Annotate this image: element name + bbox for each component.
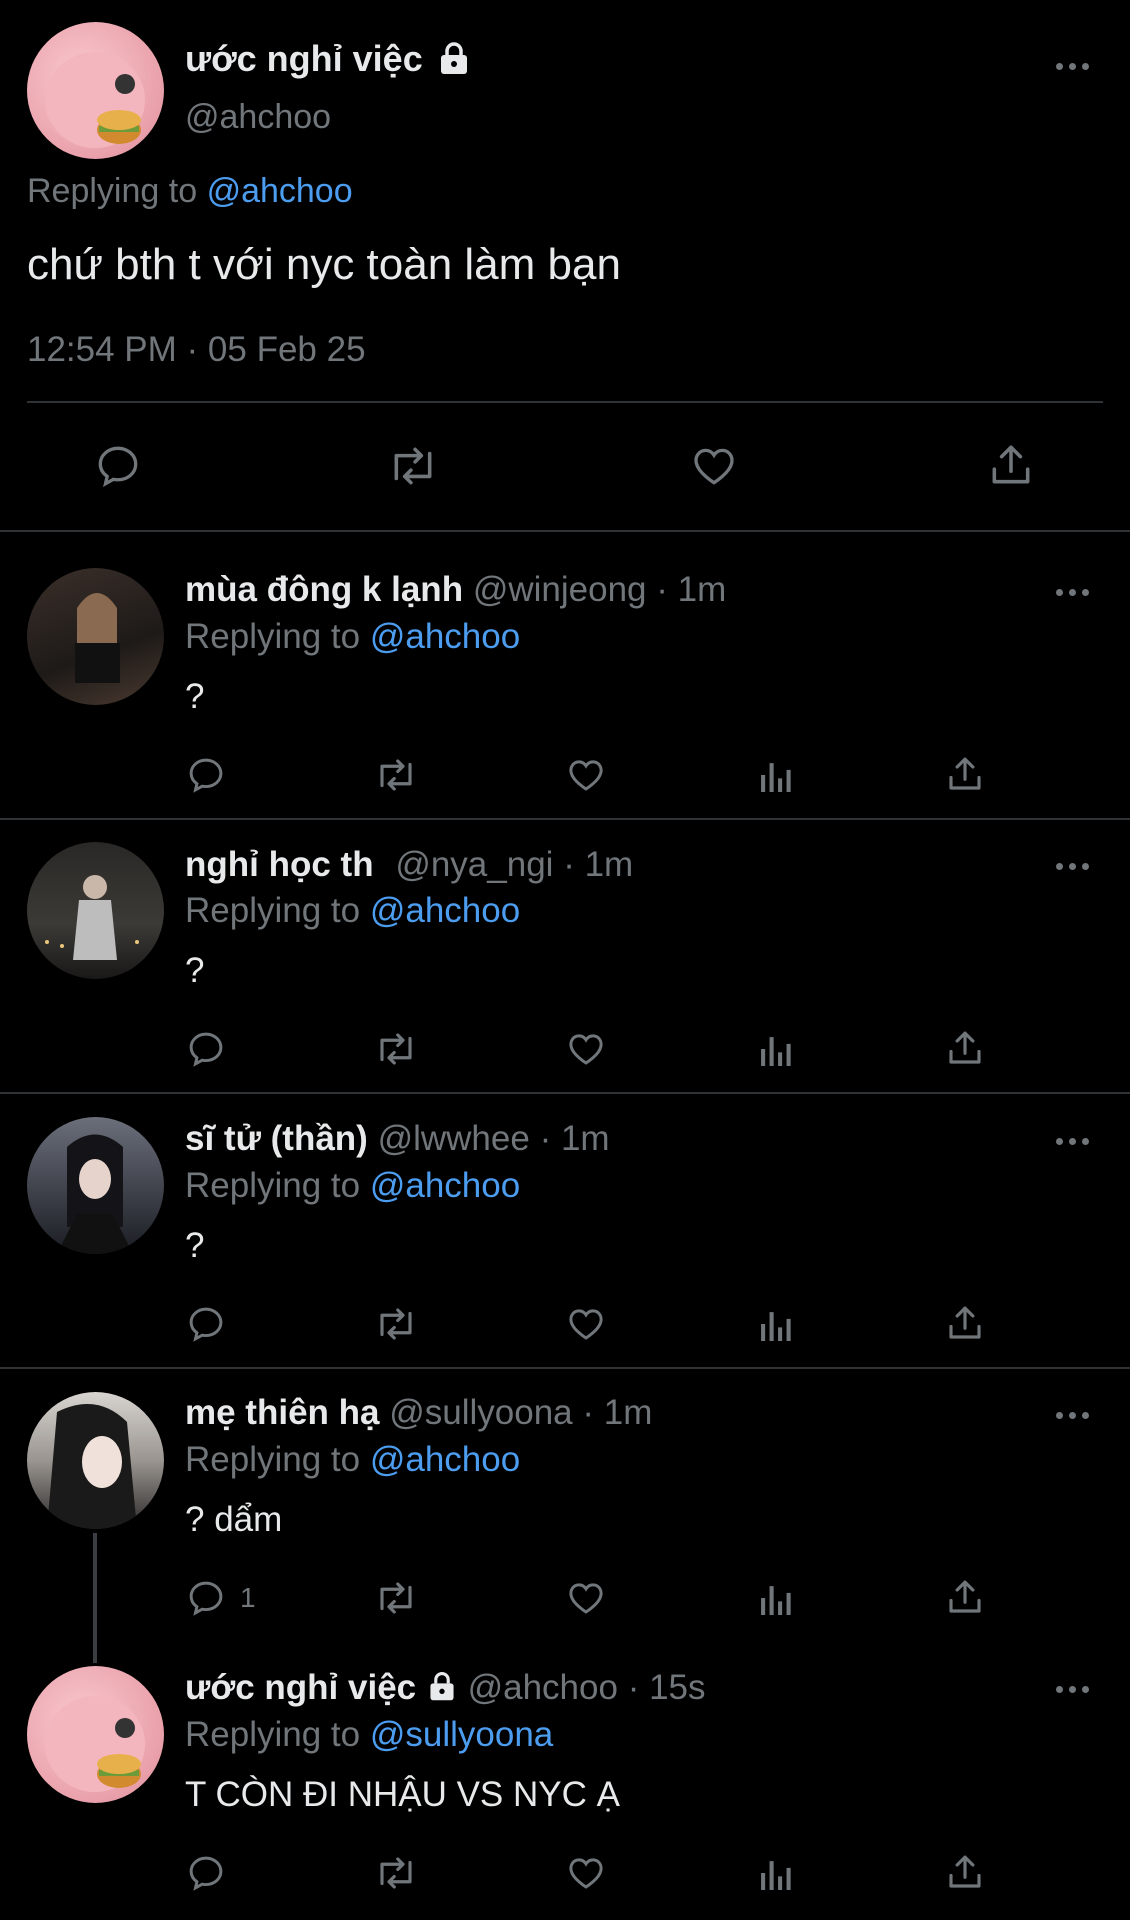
like-icon[interactable]: [564, 754, 608, 801]
replying-handle-link[interactable]: @ahchoo: [370, 1440, 520, 1479]
like-icon[interactable]: [564, 1852, 608, 1899]
more-icon[interactable]: [1056, 582, 1096, 602]
views-icon[interactable]: [758, 1577, 792, 1624]
reply-icon[interactable]: [185, 1028, 227, 1075]
lock-icon: [436, 40, 472, 81]
reply-header: mẹ thiên hạ @sullyoona · 1m: [185, 1393, 652, 1433]
share-icon[interactable]: [944, 752, 986, 801]
replying-handle-link[interactable]: @ahchoo: [207, 172, 353, 210]
avatar[interactable]: [27, 568, 164, 705]
display-name[interactable]: sĩ tử (thần): [185, 1119, 368, 1158]
retweet-icon[interactable]: [372, 754, 420, 801]
replying-handle-link[interactable]: @ahchoo: [370, 1166, 520, 1205]
tweet-text: T CÒN ĐI NHẬU VS NYC Ạ: [185, 1775, 620, 1814]
retweet-icon[interactable]: [372, 1028, 420, 1075]
avatar[interactable]: [27, 1117, 164, 1254]
replying-label: Replying to: [27, 172, 198, 210]
reply-icon[interactable]: [185, 754, 227, 801]
reply-time[interactable]: · 1m: [656, 570, 726, 609]
handle[interactable]: @ahchoo: [185, 98, 331, 137]
views-icon[interactable]: [758, 1852, 792, 1899]
replying-label: Replying to: [185, 1440, 361, 1479]
more-icon[interactable]: [1056, 56, 1096, 76]
replying-label: Replying to: [185, 891, 361, 930]
share-icon[interactable]: [986, 439, 1036, 496]
divider: [0, 1092, 1130, 1094]
replying-to: Replying to @ahchoo: [185, 891, 520, 931]
replying-label: Replying to: [185, 1166, 361, 1205]
reply-count: 1: [240, 1582, 256, 1613]
lock-icon: [426, 1670, 458, 1711]
divider: [0, 530, 1130, 532]
like-icon[interactable]: [564, 1303, 608, 1350]
divider: [0, 1367, 1130, 1369]
like-icon[interactable]: [564, 1577, 608, 1624]
replying-handle-link[interactable]: @ahchoo: [370, 891, 520, 930]
tweet-text: ?: [185, 1226, 205, 1265]
handle[interactable]: @nya_ngi: [395, 845, 553, 884]
like-icon[interactable]: [688, 441, 740, 496]
reply-time[interactable]: · 1m: [563, 845, 633, 884]
replying-label: Replying to: [185, 617, 361, 656]
handle[interactable]: @ahchoo: [468, 1668, 618, 1707]
retweet-icon[interactable]: [372, 1852, 420, 1899]
replying-to: Replying to @ahchoo: [27, 172, 353, 211]
reply-header: sĩ tử (thần) @lwwhee · 1m: [185, 1119, 610, 1159]
views-icon[interactable]: [758, 1303, 792, 1350]
display-name[interactable]: mẹ thiên hạ: [185, 1393, 379, 1432]
tweet-text: ?: [185, 951, 205, 990]
replying-to: Replying to @ahchoo: [185, 1166, 520, 1206]
more-icon[interactable]: [1056, 1679, 1096, 1699]
tweet-text: ? dẩm: [185, 1500, 283, 1539]
retweet-icon[interactable]: [372, 1303, 420, 1350]
more-icon[interactable]: [1056, 1131, 1096, 1151]
timestamp[interactable]: 12:54 PM · 05 Feb 25: [27, 330, 366, 370]
more-icon[interactable]: [1056, 856, 1096, 876]
display-name[interactable]: nghỉ học th: [185, 845, 374, 884]
display-name[interactable]: ước nghỉ việc: [185, 1668, 416, 1707]
tweet-text: ?: [185, 677, 205, 716]
retweet-icon[interactable]: [372, 1577, 420, 1624]
replying-to: Replying to @ahchoo: [185, 1440, 520, 1480]
reply-time[interactable]: · 15s: [628, 1668, 706, 1707]
replying-to: Replying to @sullyoona: [185, 1715, 553, 1755]
reply-header: mùa đông k lạnh @winjeong · 1m: [185, 570, 726, 610]
share-icon[interactable]: [944, 1301, 986, 1350]
reply-header: nghỉ học th @nya_ngi · 1m: [185, 845, 633, 885]
divider: [27, 401, 1103, 403]
views-icon[interactable]: [758, 754, 792, 801]
share-icon[interactable]: [944, 1850, 986, 1899]
replying-handle-link[interactable]: @ahchoo: [370, 617, 520, 656]
avatar[interactable]: [27, 1392, 164, 1529]
reply-icon[interactable]: [185, 1852, 227, 1899]
thread-connector: [93, 1533, 97, 1663]
retweet-icon[interactable]: [385, 441, 441, 496]
replying-handle-link[interactable]: @sullyoona: [370, 1715, 553, 1754]
handle[interactable]: @winjeong: [473, 570, 647, 609]
handle[interactable]: @sullyoona: [389, 1393, 572, 1432]
handle[interactable]: @lwwhee: [378, 1119, 530, 1158]
reply-time[interactable]: · 1m: [582, 1393, 652, 1432]
avatar[interactable]: [27, 1666, 164, 1803]
share-icon[interactable]: [944, 1575, 986, 1624]
views-icon[interactable]: [758, 1028, 792, 1075]
display-name[interactable]: ước nghỉ việc: [185, 38, 423, 80]
like-icon[interactable]: [564, 1028, 608, 1075]
reply-time[interactable]: · 1m: [540, 1119, 610, 1158]
replying-to: Replying to @ahchoo: [185, 617, 520, 657]
reply-icon[interactable]: [185, 1577, 227, 1624]
reply-icon[interactable]: [185, 1303, 227, 1350]
avatar[interactable]: [27, 842, 164, 979]
replying-label: Replying to: [185, 1715, 361, 1754]
more-icon[interactable]: [1056, 1405, 1096, 1425]
reply-header: ước nghỉ việc @ahchoo · 15s: [185, 1668, 706, 1711]
tweet-text: chứ bth t với nyc toàn làm bạn: [27, 240, 621, 289]
avatar[interactable]: [27, 22, 164, 159]
share-icon[interactable]: [944, 1026, 986, 1075]
divider: [0, 818, 1130, 820]
display-name[interactable]: mùa đông k lạnh: [185, 570, 463, 609]
reply-icon[interactable]: [93, 441, 143, 496]
